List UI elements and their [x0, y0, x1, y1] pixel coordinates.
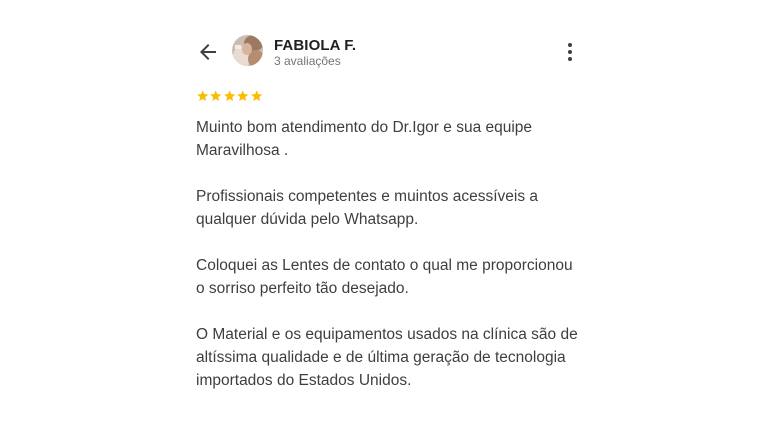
star-icon — [250, 90, 262, 102]
star-icon — [237, 90, 249, 102]
review-text: Muinto bom atendimento do Dr.Igor e sua … — [196, 116, 596, 415]
more-options-button[interactable] — [558, 40, 582, 64]
review-header: FABIOLA F. 3 avaliações — [196, 32, 596, 72]
reviewer-name[interactable]: FABIOLA F. — [274, 37, 356, 54]
review-paragraph: Muinto bom atendimento do Dr.Igor e sua … — [196, 119, 533, 159]
star-icon — [197, 90, 209, 102]
star-icon — [210, 90, 222, 102]
review-paragraph: Coloquei as Lentes de contato o qual me … — [196, 257, 573, 297]
review-paragraph: O Material e os equipamentos usados na c… — [196, 326, 578, 389]
back-button[interactable] — [196, 40, 220, 64]
review-paragraph: Profissionais competentes e muintos aces… — [196, 188, 539, 228]
star-rating — [196, 89, 263, 103]
review-card: FABIOLA F. 3 avaliações Muinto bom atend… — [196, 32, 596, 389]
reviews-count: 3 avaliações — [274, 54, 341, 68]
avatar-photo — [232, 35, 263, 66]
avatar[interactable] — [232, 35, 263, 66]
more-vert-icon — [568, 43, 572, 61]
star-icon — [223, 90, 236, 102]
arrow-back-icon — [200, 44, 216, 60]
